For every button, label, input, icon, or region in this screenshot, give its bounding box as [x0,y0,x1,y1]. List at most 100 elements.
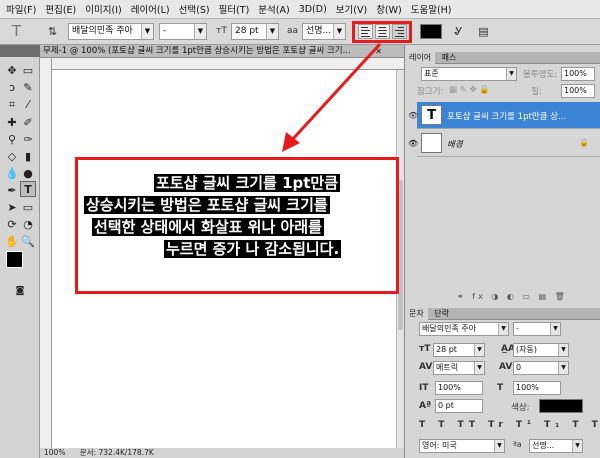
char-font-family-select[interactable]: 배달의민족 주아 ▼ [419,322,509,336]
chevron-down-icon: ▼ [572,440,582,452]
dodge-tool-icon[interactable]: ● [20,166,36,182]
shape-tool-icon[interactable]: ▭ [20,200,36,216]
warp-text-icon[interactable]: Ꮍ [450,23,467,40]
document-title: 무제-1 @ 100% (포토샵 글씨 크기를 1pt만큼 상승시키는 방법은 … [43,46,351,56]
zoom-tool-icon[interactable]: 🔍 [20,234,36,250]
tab-character[interactable]: 문자 [405,308,428,320]
menu-layer[interactable]: 레이어(L) [131,2,170,16]
eye-icon[interactable]: 👁 [408,139,418,148]
kerning-value: 메트릭 [436,363,459,372]
baseline-shift-icon: Aª [419,401,432,411]
character-panel-toggle-icon[interactable]: ▤ [475,23,492,40]
chevron-down-icon: ▼ [498,323,508,335]
text-highlight-box [75,157,399,294]
right-panels: 레이어 패스 표준 ▼ 불투명도: 100% 잠그기: ▦ ✎ ✥ 🔒 칠: 1… [404,45,600,458]
quick-select-tool-icon[interactable]: ✎ [20,80,36,96]
char-font-style-select[interactable]: - ▼ [513,322,561,336]
baseline-shift-field[interactable]: 0 pt [435,399,483,413]
gradient-tool-icon[interactable]: ▮ [20,149,36,165]
font-style-select[interactable]: - ▼ [159,23,207,40]
menu-help[interactable]: 도움말(H) [411,2,452,16]
lock-icons[interactable]: ▦ ✎ ✥ 🔒 [449,85,490,95]
3d-rotate-tool-icon[interactable]: ⟳ [4,217,20,233]
antialias-select[interactable]: 선명... ▼ [302,23,346,40]
layer-row-text[interactable]: 👁 T 포토샵 글씨 크기를 1pt만큼 상... [408,102,600,129]
path-select-tool-icon[interactable]: ➤ [4,200,20,216]
close-icon[interactable]: ✕ [375,45,382,57]
blur-tool-icon[interactable]: 💧 [4,166,20,182]
layer-name: 배경 [447,140,463,150]
eyedropper-tool-icon[interactable]: ⁄ [20,97,36,113]
menu-analysis[interactable]: 분석(A) [258,2,289,16]
move-tool-icon[interactable]: ✥ [4,63,20,79]
text-orientation-icon[interactable]: ⇅ [44,23,61,40]
type-tool-preset-icon[interactable]: T [8,23,25,40]
background-layer-thumbnail [421,133,442,153]
menu-filter[interactable]: 필터(T) [219,2,250,16]
vertical-scale-field[interactable]: 100% [435,381,483,395]
eye-icon[interactable]: 👁 [408,111,418,120]
eraser-tool-icon[interactable]: ◇ [4,149,20,165]
text-layer-thumbnail: T [421,105,442,125]
quick-mask-icon[interactable]: ◙ [12,283,28,299]
leading-select[interactable]: (자동) ▼ [513,343,569,357]
clone-stamp-tool-icon[interactable]: ⚲ [4,132,20,148]
char-antialias-select[interactable]: 선명... ▼ [529,439,583,453]
language-select[interactable]: 영어: 미국 ▼ [419,439,505,453]
crop-tool-icon[interactable]: ⌗ [4,97,20,113]
menu-view[interactable]: 보기(V) [336,2,367,16]
hand-tool-icon[interactable]: ✋ [4,234,20,250]
lasso-tool-icon[interactable]: ↄ [4,80,20,96]
menu-image[interactable]: 이미지(I) [85,2,121,16]
vertical-scale-icon: IT [419,383,429,393]
healing-brush-tool-icon[interactable]: ✚ [4,115,20,131]
horizontal-scale-field[interactable]: 100% [513,381,561,395]
language-value: 영어: 미국 [422,441,457,450]
font-family-select[interactable]: 배달의민족 주아 ▼ [68,23,154,40]
menu-edit[interactable]: 편집(E) [45,2,76,16]
options-bar: T ⇅ 배달의민족 주아 ▼ - ▼ ᴛT 28 pt ▼ aa 선명... ▼… [0,19,600,45]
lock-label: 잠그기: [417,87,444,97]
tab-paragraph[interactable]: 단락 [430,308,453,320]
tab-layers[interactable]: 레이어 [405,52,436,64]
tracking-select[interactable]: 0 ▼ [513,361,569,375]
fill-field[interactable]: 100% [561,84,595,98]
menu-file[interactable]: 파일(F) [6,2,36,16]
chevron-down-icon: ▼ [494,440,504,452]
font-size-select[interactable]: 28 pt ▼ [231,23,279,40]
document-tab[interactable]: 무제-1 @ 100% (포토샵 글씨 크기를 1pt만큼 상승시키는 방법은 … [40,45,404,58]
text-style-buttons[interactable]: T T TT Tr T¹ T₁ T T [419,420,600,430]
font-family-value: 배달의민족 주아 [72,26,133,36]
layers-panel-tabs: 레이어 패스 [405,52,600,64]
layer-row-background[interactable]: 👁 배경 🔒 [408,130,600,157]
brush-tool-icon[interactable]: ✐ [20,115,36,131]
char-font-size-select[interactable]: 28 pt ▼ [433,343,485,357]
status-doc-size: 문서: 732.4K/178.7K [79,448,154,457]
menu-window[interactable]: 창(W) [376,2,402,16]
char-color-swatch[interactable] [539,399,583,413]
text-color-swatch[interactable] [420,24,442,39]
opacity-field[interactable]: 100% [561,67,595,81]
menu-3d[interactable]: 3D(D) [299,4,327,15]
tracking-icon: AV [499,362,513,372]
kerning-select[interactable]: 메트릭 ▼ [433,361,485,375]
3d-orbit-tool-icon[interactable]: ◔ [20,217,36,233]
layers-panel-footer-icons[interactable]: ⚭ fx ◑ ◐ ▭ ▤ 🗑 [457,292,568,301]
chevron-down-icon: ▼ [558,362,568,374]
color-label: 색상: [511,403,530,413]
type-tool-icon[interactable]: T [20,181,36,197]
tab-paths[interactable]: 패스 [438,52,461,64]
chevron-down-icon: ▼ [141,24,153,39]
fill-label: 칠: [531,87,542,97]
menu-select[interactable]: 선택(S) [179,2,210,16]
char-font-style-value: - [516,324,519,333]
lock-icon: 🔒 [579,138,589,147]
history-brush-tool-icon[interactable]: ✑ [20,132,36,148]
marquee-tool-icon[interactable]: ▭ [20,63,36,79]
foreground-color-swatch[interactable] [6,251,23,268]
pen-tool-icon[interactable]: ✒ [4,183,20,199]
chevron-down-icon: ▼ [194,24,206,39]
layer-name: 포토샵 글씨 크기를 1pt만큼 상... [447,112,567,122]
blend-mode-select[interactable]: 표준 ▼ [421,67,517,81]
char-font-size-value: 28 pt [436,345,457,354]
